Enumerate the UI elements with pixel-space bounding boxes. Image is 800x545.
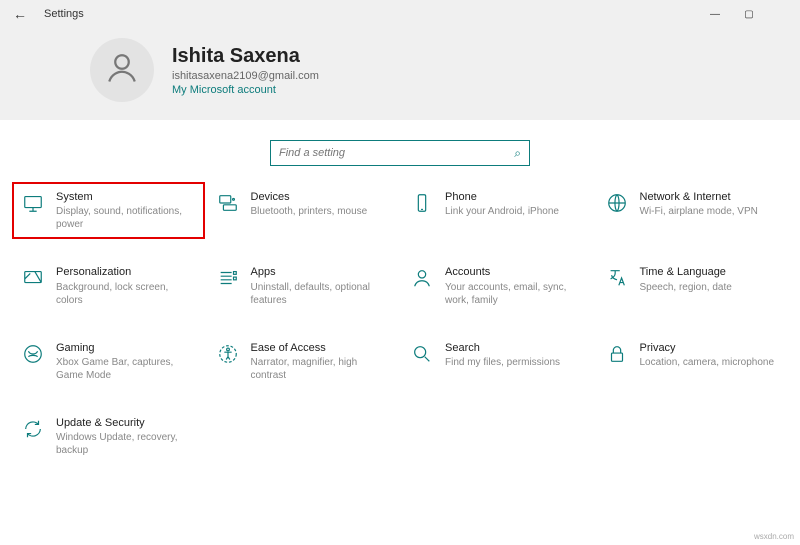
tile-label: Time & Language [640, 265, 732, 279]
tile-label: Gaming [56, 341, 197, 355]
maximize-button[interactable]: ▢ [732, 0, 766, 28]
gaming-icon [20, 341, 46, 367]
tile-privacy[interactable]: Privacy Location, camera, microphone [598, 335, 787, 388]
tile-apps[interactable]: Apps Uninstall, defaults, optional featu… [209, 259, 398, 312]
network-icon [604, 190, 630, 216]
user-block: Ishita Saxena ishitasaxena2109@gmail.com… [172, 44, 319, 96]
tile-gaming[interactable]: Gaming Xbox Game Bar, captures, Game Mod… [14, 335, 203, 388]
tile-time-language[interactable]: Time & Language Speech, region, date [598, 259, 787, 312]
user-email: ishitasaxena2109@gmail.com [172, 70, 319, 82]
tile-desc: Background, lock screen, colors [56, 281, 197, 307]
tile-update-security[interactable]: Update & Security Windows Update, recove… [14, 410, 203, 463]
tile-label: Phone [445, 190, 559, 204]
search-box[interactable]: ⌕ [270, 140, 530, 166]
tile-desc: Location, camera, microphone [640, 356, 775, 369]
tile-network[interactable]: Network & Internet Wi-Fi, airplane mode,… [598, 184, 787, 237]
tile-desc: Find my files, permissions [445, 356, 560, 369]
tile-label: Search [445, 341, 560, 355]
close-button[interactable] [766, 0, 800, 28]
tile-label: Personalization [56, 265, 197, 279]
minimize-button[interactable]: — [698, 0, 732, 28]
system-icon [20, 190, 46, 216]
window-title: Settings [40, 8, 84, 20]
tile-desc: Bluetooth, printers, mouse [251, 205, 368, 218]
tile-system[interactable]: System Display, sound, notifications, po… [14, 184, 203, 237]
window-controls: — ▢ [698, 0, 800, 28]
tile-phone[interactable]: Phone Link your Android, iPhone [403, 184, 592, 237]
tile-desc: Wi-Fi, airplane mode, VPN [640, 205, 758, 218]
tile-label: System [56, 190, 197, 204]
phone-icon [409, 190, 435, 216]
user-name: Ishita Saxena [172, 44, 319, 68]
tile-label: Apps [251, 265, 392, 279]
tile-label: Update & Security [56, 416, 197, 430]
tile-desc: Speech, region, date [640, 281, 732, 294]
tile-personalization[interactable]: Personalization Background, lock screen,… [14, 259, 203, 312]
search-input[interactable] [279, 147, 514, 159]
tile-desc: Link your Android, iPhone [445, 205, 559, 218]
watermark: wsxdn.com [754, 532, 794, 541]
tile-desc: Uninstall, defaults, optional features [251, 281, 392, 307]
tile-label: Accounts [445, 265, 586, 279]
tile-desc: Xbox Game Bar, captures, Game Mode [56, 356, 197, 382]
tile-label: Privacy [640, 341, 775, 355]
ease-icon [215, 341, 241, 367]
devices-icon [215, 190, 241, 216]
ms-account-link[interactable]: My Microsoft account [172, 84, 319, 96]
title-bar: ← Settings — ▢ [0, 0, 800, 28]
accounts-icon [409, 265, 435, 291]
search-row: ⌕ [0, 120, 800, 184]
search-tile-icon [409, 341, 435, 367]
tile-desc: Narrator, magnifier, high contrast [251, 356, 392, 382]
update-icon [20, 416, 46, 442]
settings-grid: System Display, sound, notifications, po… [0, 184, 800, 463]
person-icon [104, 50, 140, 91]
tile-label: Network & Internet [640, 190, 758, 204]
tile-search[interactable]: Search Find my files, permissions [403, 335, 592, 388]
tile-desc: Display, sound, notifications, power [56, 205, 197, 231]
tile-desc: Windows Update, recovery, backup [56, 431, 197, 457]
personalization-icon [20, 265, 46, 291]
apps-icon [215, 265, 241, 291]
tile-ease-of-access[interactable]: Ease of Access Narrator, magnifier, high… [209, 335, 398, 388]
avatar [90, 38, 154, 102]
user-header: Ishita Saxena ishitasaxena2109@gmail.com… [0, 28, 800, 120]
tile-label: Ease of Access [251, 341, 392, 355]
search-icon: ⌕ [514, 146, 521, 161]
privacy-icon [604, 341, 630, 367]
tile-accounts[interactable]: Accounts Your accounts, email, sync, wor… [403, 259, 592, 312]
back-button[interactable]: ← [0, 6, 40, 22]
tile-label: Devices [251, 190, 368, 204]
tile-devices[interactable]: Devices Bluetooth, printers, mouse [209, 184, 398, 237]
time-language-icon [604, 265, 630, 291]
tile-desc: Your accounts, email, sync, work, family [445, 281, 586, 307]
